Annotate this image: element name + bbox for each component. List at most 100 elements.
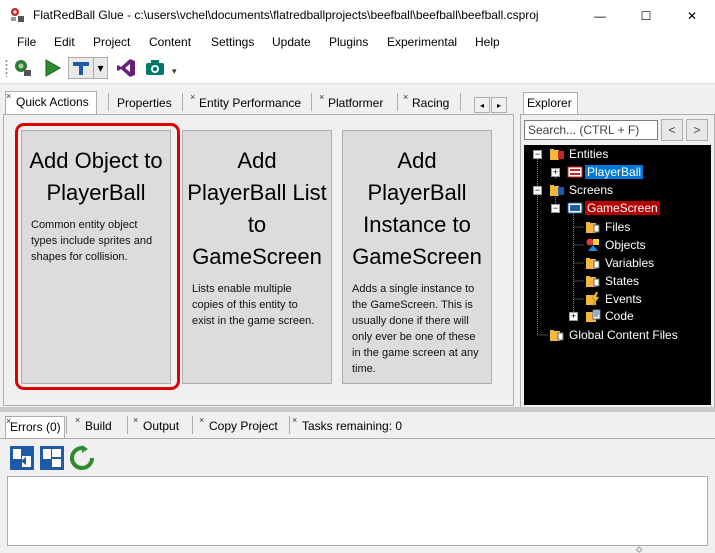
- code-icon: [585, 308, 601, 324]
- tab-build[interactable]: × Build: [75, 415, 129, 438]
- folder-icon: [585, 255, 601, 271]
- tree-item-variables[interactable]: Variables: [585, 254, 656, 272]
- refresh-icon[interactable]: [68, 443, 96, 473]
- tab-separator: [397, 93, 398, 111]
- collapse-icon[interactable]: −: [533, 186, 542, 195]
- objects-icon: [585, 237, 601, 253]
- tree-label: Global Content Files: [569, 328, 678, 342]
- tab-label: Quick Actions: [16, 95, 89, 109]
- close-tab-icon[interactable]: ×: [133, 415, 138, 425]
- tab-separator: [311, 93, 312, 111]
- toolbar-grip[interactable]: [5, 59, 8, 77]
- tree-item-global-content-files[interactable]: Global Content Files: [549, 326, 680, 344]
- card-title: Add PlayerBall Instance to GameScreen: [352, 148, 482, 269]
- screen-icon: [567, 200, 583, 216]
- tree-label: States: [605, 274, 640, 288]
- tab-copy-project[interactable]: × Copy Project: [199, 415, 289, 438]
- menu-settings[interactable]: Settings: [211, 35, 254, 49]
- tab-label: Properties: [117, 96, 172, 110]
- menu-edit[interactable]: Edit: [54, 35, 75, 49]
- tab-scroll-right-button[interactable]: ▸: [491, 97, 507, 113]
- tool-dropdown-icon[interactable]: [68, 57, 94, 79]
- tab-label: Output: [143, 419, 180, 433]
- copy-errors-icon[interactable]: [8, 443, 36, 473]
- minimize-button[interactable]: —: [577, 0, 623, 31]
- tree-item-objects[interactable]: Objects: [585, 236, 648, 254]
- resize-grip-icon[interactable]: ⬦: [636, 544, 644, 553]
- folder-icon: [549, 327, 565, 343]
- tree-item-states[interactable]: States: [585, 272, 641, 290]
- events-icon: [585, 291, 601, 307]
- close-tab-icon[interactable]: ×: [190, 92, 195, 102]
- forward-button[interactable]: >: [686, 119, 708, 141]
- expand-icon[interactable]: +: [551, 168, 560, 177]
- menu-project[interactable]: Project: [93, 35, 130, 49]
- tab-properties[interactable]: Properties: [117, 93, 181, 114]
- errors-list[interactable]: [7, 476, 708, 546]
- copy-all-errors-icon[interactable]: [38, 443, 66, 473]
- close-tab-icon[interactable]: ×: [403, 92, 408, 102]
- menu-help[interactable]: Help: [475, 35, 500, 49]
- close-tab-icon[interactable]: ×: [199, 415, 204, 425]
- tab-separator: [127, 416, 128, 434]
- tab-racing[interactable]: × Racing: [403, 92, 459, 114]
- close-tab-icon[interactable]: ×: [319, 92, 324, 102]
- close-tab-icon[interactable]: ×: [292, 415, 297, 425]
- tab-separator: [192, 416, 193, 434]
- card-title: Add PlayerBall List to GameScreen: [187, 148, 327, 269]
- tab-scroll-left-button[interactable]: ◂: [474, 97, 490, 113]
- tab-output[interactable]: × Output: [133, 415, 191, 438]
- close-tab-icon[interactable]: ×: [75, 415, 80, 425]
- close-tab-icon[interactable]: ×: [6, 416, 11, 426]
- tab-label: Tasks remaining: 0: [302, 419, 403, 433]
- menu-experimental[interactable]: Experimental: [387, 35, 457, 49]
- toolbar: ▾ ▾: [0, 53, 715, 84]
- highlight-outline: [15, 123, 180, 390]
- tab-label: Racing: [412, 96, 450, 110]
- card-description: Adds a single instance to the GameScreen…: [352, 283, 479, 375]
- close-button[interactable]: ✕: [669, 0, 715, 31]
- tree-label: GameScreen: [585, 201, 660, 215]
- run-game-icon[interactable]: [40, 57, 64, 79]
- folder-icon: [549, 182, 565, 198]
- tab-explorer[interactable]: Explorer: [523, 92, 578, 114]
- main-tabstrip: × Quick Actions Properties × Entity Perf…: [0, 90, 515, 114]
- window-title: FlatRedBall Glue - c:\users\vchel\docume…: [33, 8, 539, 22]
- tree-item-files[interactable]: Files: [585, 218, 632, 236]
- load-project-icon[interactable]: [11, 57, 35, 79]
- close-tab-icon[interactable]: ×: [6, 91, 11, 101]
- tab-separator: [182, 93, 183, 111]
- menu-update[interactable]: Update: [272, 35, 311, 49]
- tree-label: Code: [605, 309, 634, 323]
- visual-studio-icon[interactable]: [114, 57, 138, 79]
- tab-separator: [289, 416, 290, 434]
- collapse-icon[interactable]: −: [551, 204, 560, 213]
- explorer-tree: − Entities + PlayerBall − Screens − Game…: [524, 145, 711, 405]
- tab-quick-actions[interactable]: × Quick Actions: [5, 91, 97, 114]
- tab-entity-performance[interactable]: × Entity Performance: [190, 92, 310, 114]
- add-list-card[interactable]: Add PlayerBall List to GameScreen Lists …: [182, 130, 332, 384]
- tab-errors[interactable]: × Errors (0): [5, 416, 65, 438]
- tool-dropdown-arrow[interactable]: ▾: [94, 57, 108, 79]
- tree-item-events[interactable]: Events: [585, 290, 644, 308]
- tree-label: Objects: [605, 238, 646, 252]
- menu-content[interactable]: Content: [149, 35, 191, 49]
- menu-file[interactable]: File: [17, 35, 36, 49]
- toolbar-overflow-icon[interactable]: ▾: [172, 66, 177, 77]
- expand-icon[interactable]: +: [569, 312, 578, 321]
- back-button[interactable]: <: [661, 119, 683, 141]
- tab-label: Explorer: [527, 96, 572, 110]
- maximize-button[interactable]: ☐: [623, 0, 669, 31]
- add-instance-card[interactable]: Add PlayerBall Instance to GameScreen Ad…: [342, 130, 492, 384]
- tab-tasks[interactable]: × Tasks remaining: 0: [292, 415, 404, 438]
- search-input[interactable]: [524, 120, 658, 140]
- folder-icon: [549, 146, 565, 162]
- folder-icon: [585, 219, 601, 235]
- tab-label: Errors (0): [10, 420, 61, 434]
- tab-platformer[interactable]: × Platformer: [319, 92, 397, 114]
- flatredball-app-icon: [9, 7, 25, 23]
- menu-plugins[interactable]: Plugins: [329, 35, 368, 49]
- camera-icon[interactable]: [143, 57, 167, 79]
- collapse-icon[interactable]: −: [533, 150, 542, 159]
- title-bar: FlatRedBall Glue - c:\users\vchel\docume…: [0, 0, 715, 31]
